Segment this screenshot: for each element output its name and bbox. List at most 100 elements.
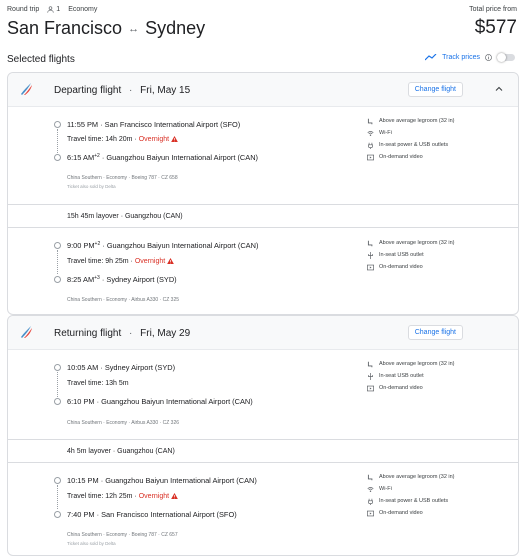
cabin-class: Economy	[68, 6, 98, 13]
travel-time-row: Travel time: 12h 25m · Overnight	[67, 493, 178, 500]
warning-icon	[171, 136, 178, 143]
seat-icon	[367, 361, 373, 367]
arrival-dot	[54, 511, 61, 518]
departure-airport: Guangzhou Baiyun International Airport (…	[105, 476, 257, 485]
passenger-count-value: 1	[56, 6, 61, 13]
arrival-time: 7:40 PM	[67, 510, 95, 519]
travel-time: Travel time: 14h 20m	[67, 136, 133, 143]
change-departing-flight-button[interactable]: Change flight	[407, 82, 463, 97]
destination-city: Sydney	[145, 18, 206, 38]
departing-flight-title: Departing flight · Fri, May 15	[54, 85, 191, 96]
origin-city: San Francisco	[7, 18, 123, 38]
video-icon	[367, 154, 374, 160]
travel-time: Travel time: 12h 25m	[67, 493, 133, 500]
amenity-text: Wi-Fi	[379, 130, 392, 136]
travel-time-row: Travel time: 13h 5m	[67, 380, 129, 387]
departing-flight-header[interactable]: Departing flight · Fri, May 15 Change fl…	[8, 73, 518, 107]
chevron-up-icon[interactable]	[494, 84, 504, 94]
wifi-icon	[367, 486, 374, 492]
day-offset: +2	[94, 153, 100, 159]
amenity-text: On-demand video	[379, 154, 423, 160]
power-plug-icon	[368, 498, 373, 505]
returning-flight-card: Returning flight · Fri, May 29 Change fl…	[7, 315, 519, 556]
warning-icon	[171, 493, 178, 500]
sold-by-note: Ticket also sold by Delta	[67, 541, 116, 546]
departure-time: 11:55 PM	[67, 120, 99, 129]
travel-time-row: Travel time: 14h 20m · Overnight	[67, 136, 178, 143]
flight-details: China Southern · Economy · Boeing 787 · …	[67, 532, 178, 538]
trip-type: Round trip	[7, 6, 40, 13]
amenity-legroom: Above average legroom (32 in)	[367, 471, 455, 483]
seat-icon	[367, 240, 373, 246]
amenities-list: Above average legroom (32 in) Wi-Fi In-s…	[367, 471, 455, 519]
amenity-legroom: Above average legroom (32 in)	[367, 358, 455, 370]
card-date: Fri, May 29	[140, 328, 191, 339]
arrival-airport: Guangzhou Baiyun International Airport (…	[106, 153, 258, 162]
layover-row: 4h 5m layover · Guangzhou (CAN)	[8, 439, 518, 463]
warning-icon	[167, 258, 174, 265]
flight-details: China Southern · Economy · Boeing 787 · …	[67, 175, 178, 181]
departure-dot	[54, 242, 61, 249]
departure-time: 10:05 AM	[67, 363, 99, 372]
amenities-list: Above average legroom (32 in) In-seat US…	[367, 358, 455, 394]
route-title: San Francisco ↔ Sydney	[7, 18, 205, 39]
travel-time-row: Travel time: 9h 25m · Overnight	[67, 258, 174, 265]
returning-flight-header[interactable]: Returning flight · Fri, May 29 Change fl…	[8, 316, 518, 350]
overnight-label: Overnight	[134, 258, 166, 265]
track-prices-label: Track prices	[442, 54, 480, 61]
departure-row: 10:05 AM · Sydney Airport (SYD)	[67, 363, 176, 372]
amenity-video: On-demand video	[367, 151, 455, 163]
trip-summary: Round trip 1 Economy	[7, 6, 97, 13]
amenity-text: On-demand video	[379, 385, 423, 391]
amenity-video: On-demand video	[367, 507, 455, 519]
change-returning-flight-button[interactable]: Change flight	[407, 325, 463, 340]
arrival-airport: San Francisco International Airport (SFO…	[101, 510, 237, 519]
airline-logo-icon	[21, 83, 32, 95]
flight-details: China Southern · Economy · Airbus A330 ·…	[67, 420, 180, 426]
amenity-text: Above average legroom (32 in)	[379, 240, 455, 246]
arrival-time: 8:25 AM	[67, 275, 95, 284]
card-title-text: Returning flight	[54, 328, 122, 339]
power-plug-icon	[368, 142, 373, 149]
arrival-dot	[54, 276, 61, 283]
amenity-power: In-seat power & USB outlets	[367, 139, 455, 151]
amenity-text: In-seat power & USB outlets	[379, 498, 449, 504]
amenity-wifi: Wi-Fi	[367, 127, 455, 139]
arrival-row: 8:25 AM+3 · Sydney Airport (SYD)	[67, 275, 177, 284]
amenity-text: On-demand video	[379, 264, 423, 270]
overnight-label: Overnight	[138, 493, 170, 500]
person-icon	[47, 6, 54, 13]
track-prices[interactable]: Track prices	[425, 53, 515, 62]
arrival-time: 6:15 AM	[67, 153, 95, 162]
departing-flight-card: Departing flight · Fri, May 15 Change fl…	[7, 72, 519, 315]
amenity-legroom: Above average legroom (32 in)	[367, 237, 455, 249]
arrival-dot	[54, 154, 61, 161]
track-prices-toggle[interactable]	[497, 53, 515, 62]
seat-icon	[367, 118, 373, 124]
arrival-time: 6:10 PM	[67, 397, 95, 406]
amenity-text: Above average legroom (32 in)	[379, 118, 455, 124]
info-icon[interactable]	[485, 54, 492, 61]
travel-time: Travel time: 13h 5m	[67, 380, 129, 387]
airline-logo-icon	[21, 326, 32, 338]
flight-details: China Southern · Economy · Airbus A330 ·…	[67, 297, 180, 303]
amenity-text: In-seat USB outlet	[379, 373, 424, 379]
selected-flights-heading: Selected flights	[7, 54, 75, 65]
amenity-video: On-demand video	[367, 382, 455, 394]
amenity-text: In-seat USB outlet	[379, 252, 424, 258]
departure-airport: Guangzhou Baiyun International Airport (…	[106, 241, 259, 250]
video-icon	[367, 264, 374, 270]
seat-icon	[367, 474, 373, 480]
arrival-row: 6:15 AM+2 · Guangzhou Baiyun Internation…	[67, 153, 258, 162]
amenity-video: On-demand video	[367, 261, 455, 273]
total-price-label: Total price from	[469, 6, 517, 13]
day-offset: +2	[94, 241, 101, 247]
round-trip-arrow-icon: ↔	[128, 22, 140, 35]
day-offset: +3	[94, 275, 100, 281]
sold-by-note: Ticket also sold by Delta	[67, 184, 116, 189]
departure-time: 9:00 PM	[67, 241, 95, 250]
returning-flight-title: Returning flight · Fri, May 29	[54, 328, 191, 339]
amenity-legroom: Above average legroom (32 in)	[367, 115, 455, 127]
total-price: $577	[474, 17, 517, 38]
amenity-text: Wi-Fi	[379, 486, 392, 492]
